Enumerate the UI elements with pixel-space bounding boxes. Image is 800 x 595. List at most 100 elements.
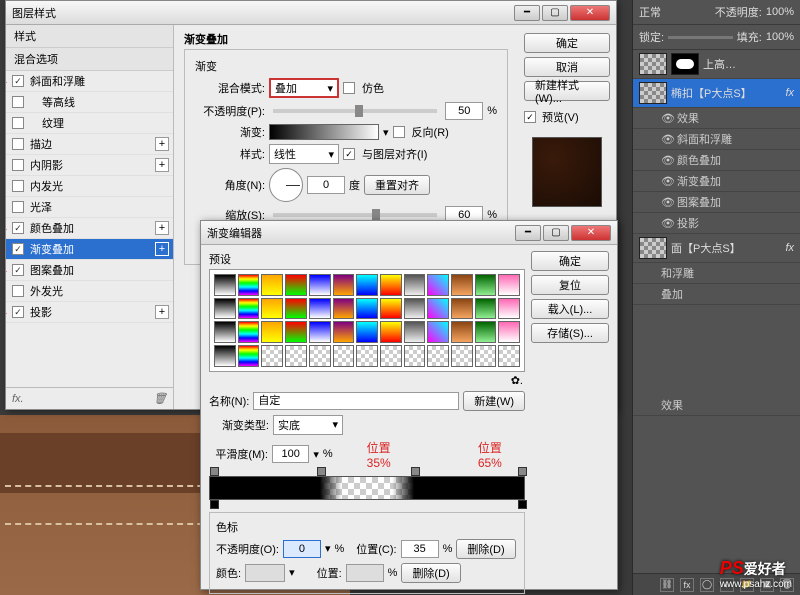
style-checkbox[interactable]: [12, 159, 24, 171]
gradient-swatch[interactable]: [356, 321, 378, 343]
layer-row-selected[interactable]: 椭扣【P大点S】 fx: [633, 79, 800, 108]
style-row-图案叠加[interactable]: ▸图案叠加: [6, 260, 173, 281]
trash-icon[interactable]: 🗑: [153, 392, 167, 405]
style-checkbox[interactable]: [12, 75, 24, 87]
style-checkbox[interactable]: [12, 243, 24, 255]
gradient-swatch[interactable]: [498, 274, 520, 296]
gradient-swatch[interactable]: [356, 274, 378, 296]
plus-icon[interactable]: +: [155, 137, 169, 151]
plus-icon[interactable]: +: [155, 221, 169, 235]
gradient-swatch[interactable]: [285, 298, 307, 320]
style-checkbox[interactable]: [12, 96, 24, 108]
fill-value[interactable]: 100%: [766, 31, 794, 43]
save-button[interactable]: 存储(S)...: [531, 323, 609, 343]
gradient-swatch[interactable]: [427, 345, 449, 367]
plus-icon[interactable]: +: [155, 158, 169, 172]
gradient-swatch[interactable]: [356, 345, 378, 367]
gradient-swatch[interactable]: [404, 321, 426, 343]
gradient-swatch[interactable]: [451, 321, 473, 343]
reset-button[interactable]: 复位: [531, 275, 609, 295]
new-gradient-button[interactable]: 新建(W): [463, 391, 525, 411]
gradient-swatch[interactable]: [238, 298, 260, 320]
fx-icon[interactable]: fx.: [12, 393, 24, 405]
gradient-swatch[interactable]: [309, 345, 331, 367]
gradient-swatch[interactable]: [261, 321, 283, 343]
fx-item[interactable]: 👁投影: [633, 213, 800, 234]
gradient-swatch[interactable]: [475, 274, 497, 296]
reverse-checkbox[interactable]: [393, 126, 405, 138]
style-row-光泽[interactable]: 光泽: [6, 197, 173, 218]
gradient-swatch[interactable]: [261, 274, 283, 296]
fx-header[interactable]: 👁效果: [633, 108, 800, 129]
gradient-swatch[interactable]: [333, 345, 355, 367]
gradient-swatch[interactable]: [380, 274, 402, 296]
stop-color-swatch[interactable]: [245, 564, 285, 582]
plus-icon[interactable]: +: [155, 305, 169, 319]
color-stop[interactable]: [210, 500, 219, 509]
delete-stop-button[interactable]: 删除(D): [456, 539, 515, 559]
delete-stop-button[interactable]: 删除(D): [401, 563, 460, 583]
reset-align-button[interactable]: 重置对齐: [364, 175, 430, 195]
mask-icon[interactable]: ◯: [700, 578, 714, 592]
maximize-button[interactable]: ▢: [543, 225, 569, 241]
angle-input[interactable]: 0: [307, 176, 345, 194]
style-checkbox[interactable]: [12, 264, 24, 276]
gradient-swatch[interactable]: [380, 321, 402, 343]
fx-item[interactable]: 👁斜面和浮雕: [633, 129, 800, 150]
gradient-swatch[interactable]: [451, 298, 473, 320]
fx-icon[interactable]: fx: [680, 578, 694, 592]
fx-header-2[interactable]: 效果: [633, 395, 800, 416]
minimize-button[interactable]: ━: [514, 5, 540, 21]
stop-opacity-input[interactable]: 0: [283, 540, 321, 558]
gradient-bar[interactable]: [209, 476, 525, 500]
fx-item[interactable]: 叠加: [633, 284, 800, 305]
style-row-描边[interactable]: 描边+: [6, 134, 173, 155]
chevron-down-icon[interactable]: ▾: [383, 126, 389, 139]
gradient-swatch[interactable]: [214, 345, 236, 367]
gradient-swatch[interactable]: [356, 298, 378, 320]
gradient-swatch[interactable]: [214, 321, 236, 343]
style-checkbox[interactable]: [12, 222, 24, 234]
style-row-渐变叠加[interactable]: ▸渐变叠加+: [6, 239, 173, 260]
align-checkbox[interactable]: [343, 148, 355, 160]
style-row-外发光[interactable]: 外发光: [6, 281, 173, 302]
load-button[interactable]: 载入(L)...: [531, 299, 609, 319]
style-row-内阴影[interactable]: 内阴影+: [6, 155, 173, 176]
gradient-swatch[interactable]: [333, 298, 355, 320]
scale-slider[interactable]: [273, 213, 437, 217]
style-row-投影[interactable]: ▸投影+: [6, 302, 173, 323]
style-row-纹理[interactable]: 纹理: [6, 113, 173, 134]
gradient-swatch[interactable]: [261, 345, 283, 367]
stop-location2-input[interactable]: [346, 564, 384, 582]
close-button[interactable]: ✕: [571, 225, 611, 241]
style-checkbox[interactable]: [12, 285, 24, 297]
gradient-swatch[interactable]: [214, 298, 236, 320]
ok-button[interactable]: 确定: [524, 33, 610, 53]
fx-item[interactable]: 👁颜色叠加: [633, 150, 800, 171]
close-button[interactable]: ✕: [570, 5, 610, 21]
gradient-swatch[interactable]: [475, 345, 497, 367]
gradient-swatch[interactable]: [475, 321, 497, 343]
titlebar[interactable]: 图层样式 ━ ▢ ✕: [6, 1, 616, 25]
gear-icon[interactable]: ✿.: [209, 374, 525, 387]
style-checkbox[interactable]: [12, 180, 24, 192]
gradient-swatch[interactable]: [238, 321, 260, 343]
angle-dial[interactable]: [269, 168, 303, 202]
ok-button[interactable]: 确定: [531, 251, 609, 271]
style-row-等高线[interactable]: 等高线: [6, 92, 173, 113]
gradient-swatch[interactable]: [309, 298, 331, 320]
smooth-input[interactable]: 100: [272, 445, 309, 463]
gradient-swatch[interactable]: [498, 298, 520, 320]
stop-location-input[interactable]: 35: [401, 540, 439, 558]
gradient-swatch[interactable]: [498, 321, 520, 343]
layers-blendmode[interactable]: 正常: [639, 4, 661, 20]
blendmode-select[interactable]: 叠加▾: [269, 78, 339, 98]
gradient-swatch[interactable]: [214, 274, 236, 296]
layer-row-top[interactable]: 上高…: [633, 50, 800, 79]
gradient-swatch[interactable]: [309, 274, 331, 296]
style-checkbox[interactable]: [12, 138, 24, 150]
opacity-stop[interactable]: [317, 467, 326, 476]
gradient-swatch[interactable]: [285, 321, 307, 343]
opacity-stop[interactable]: [518, 467, 527, 476]
gradient-swatch[interactable]: [427, 298, 449, 320]
